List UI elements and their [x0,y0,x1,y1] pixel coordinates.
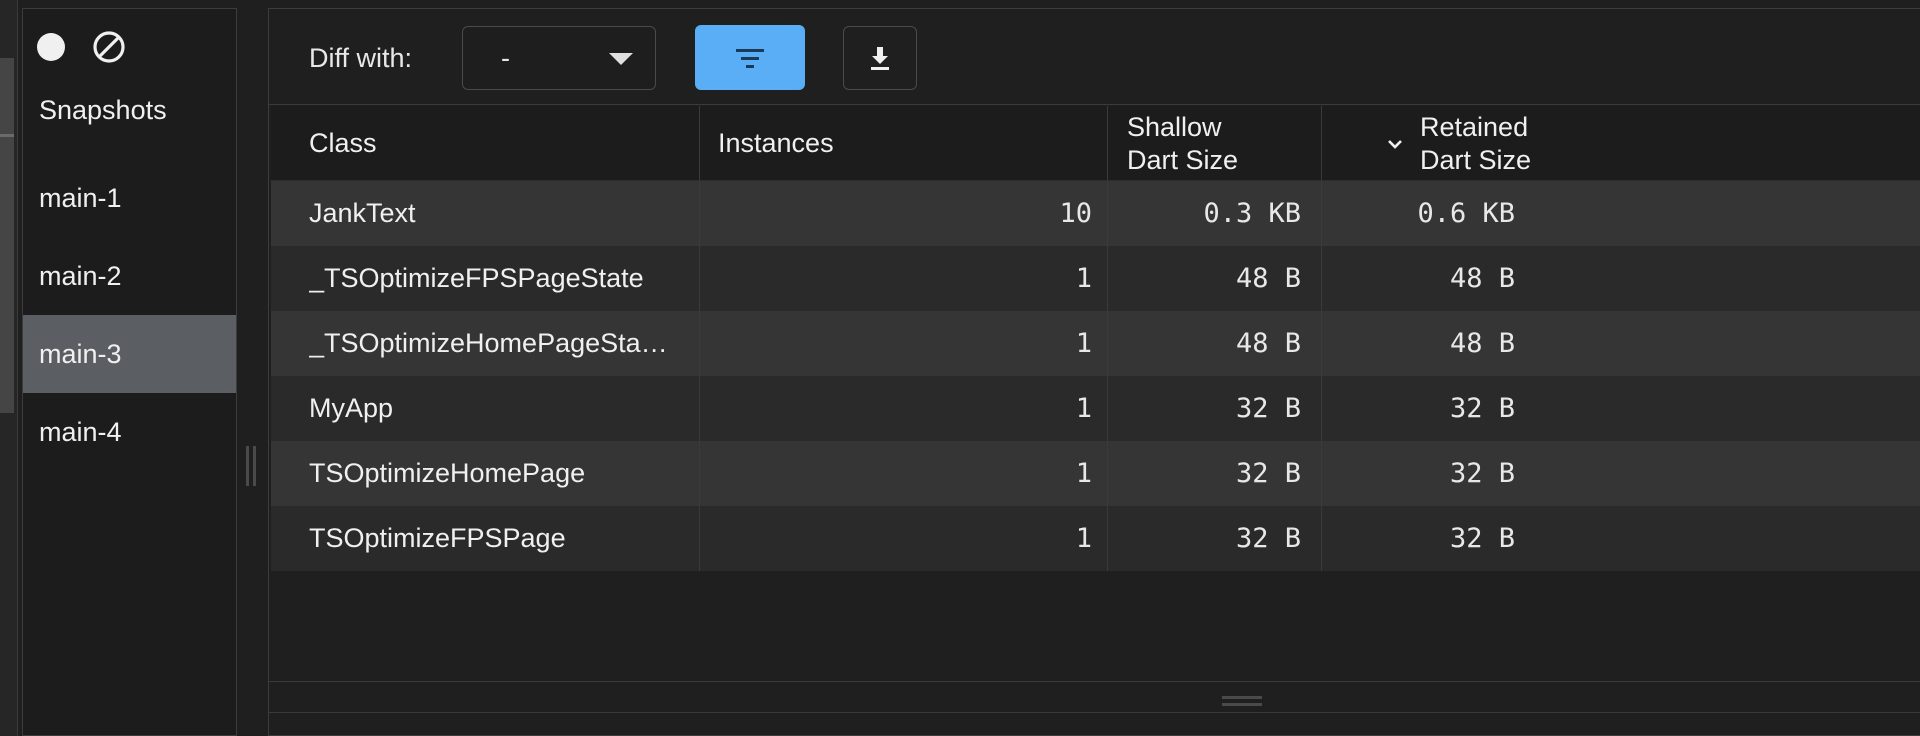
diff-with-label: Diff with: [309,43,413,73]
cell-class: TSOptimizeHomePage [309,458,586,488]
filter-icon [736,48,764,68]
header-shallow-line1: Shallow [1127,111,1222,142]
table-row[interactable]: _TSOptimizeFPSPageState 1 48 B 48 B [271,246,1920,311]
snapshot-list: main-1 main-2 main-3 main-4 [23,159,236,471]
memory-view: Snapshots main-1 main-2 main-3 main-4 Diff … [0,0,1920,736]
table-body: JankText 10 0.3 KB 0.6 KB _TSOptimizeFPSPage… [271,181,1920,571]
table-row[interactable]: TSOptimizeHomePage 1 32 B 32 B [271,441,1920,506]
download-icon [871,47,889,70]
column-divider[interactable] [1321,106,1322,571]
diff-with-value: - [501,43,510,73]
column-divider[interactable] [1107,106,1108,571]
header-retained-size[interactable]: Retained Dart Size [1382,106,1531,181]
cell-instances: 1 [1075,458,1092,489]
snapshot-item-main-2[interactable]: main-2 [23,237,236,315]
diff-with-dropdown[interactable]: - [462,26,656,90]
snapshot-sidebar: Snapshots main-1 main-2 main-3 main-4 [22,8,237,736]
table-row[interactable]: MyApp 1 32 B 32 B [271,376,1920,441]
panel-resize-handle[interactable] [1222,696,1262,712]
diff-toolbar: Diff with: - [269,9,1920,105]
dropdown-caret-icon [609,53,633,65]
clear-icon[interactable] [91,29,127,65]
cell-retained-size: 48 B [1449,328,1515,359]
sort-chevron-down-icon [1388,139,1402,149]
cell-shallow-size: 48 B [1235,263,1301,294]
cell-instances: 1 [1075,328,1092,359]
download-button[interactable] [843,26,917,90]
snapshot-item-main-3[interactable]: main-3 [23,315,236,393]
table-bottom-border [269,681,1920,682]
record-icon[interactable] [37,33,65,61]
snapshot-item-main-4[interactable]: main-4 [23,393,236,471]
main-panel: Diff with: - Class Instances Shallow Dar… [268,8,1920,736]
cell-retained-size: 32 B [1449,393,1515,424]
table-row[interactable]: _TSOptimizeHomePageSta… 1 48 B 48 B [271,311,1920,376]
cell-class: _TSOptimizeHomePageSta… [309,328,668,358]
table-row[interactable]: JankText 10 0.3 KB 0.6 KB [271,181,1920,246]
cell-instances: 1 [1075,523,1092,554]
cell-shallow-size: 48 B [1235,328,1301,359]
cell-retained-size: 32 B [1449,458,1515,489]
lower-panel-border [269,712,1920,713]
snapshots-heading: Snapshots [39,95,167,125]
cell-class: MyApp [309,393,394,423]
left-edge-panel [0,0,18,736]
table-row[interactable]: TSOptimizeFPSPage 1 32 B 32 B [271,506,1920,571]
column-divider[interactable] [699,106,700,571]
snapshot-toolbar [37,27,127,67]
cell-instances: 1 [1075,393,1092,424]
cell-retained-size: 0.6 KB [1417,198,1515,229]
cell-retained-size: 48 B [1449,263,1515,294]
header-retained-line1: Retained [1420,111,1529,142]
header-shallow-line2: Dart Size [1127,144,1239,175]
edge-scrollbar[interactable] [0,58,14,413]
header-retained-line2: Dart Size [1420,144,1532,175]
cell-instances: 10 [1059,198,1092,229]
cell-shallow-size: 32 B [1235,523,1301,554]
snapshot-item-main-1[interactable]: main-1 [23,159,236,237]
class-table: Class Instances Shallow Dart Size Retaine… [271,106,1920,571]
cell-class: JankText [309,198,416,228]
cell-shallow-size: 32 B [1235,458,1301,489]
cell-retained-size: 32 B [1449,523,1515,554]
cell-instances: 1 [1075,263,1092,294]
cell-shallow-size: 32 B [1235,393,1301,424]
header-class[interactable]: Class [309,106,377,181]
cell-shallow-size: 0.3 KB [1203,198,1301,229]
edge-scroll-marker [0,134,14,137]
cell-class: _TSOptimizeFPSPageState [309,263,644,293]
table-header: Class Instances Shallow Dart Size Retaine… [271,106,1920,181]
cell-class: TSOptimizeFPSPage [309,523,566,553]
header-shallow-size[interactable]: Shallow Dart Size [1127,106,1238,181]
filter-button[interactable] [695,25,805,90]
sidebar-splitter[interactable] [244,446,258,486]
header-instances[interactable]: Instances [718,106,834,181]
